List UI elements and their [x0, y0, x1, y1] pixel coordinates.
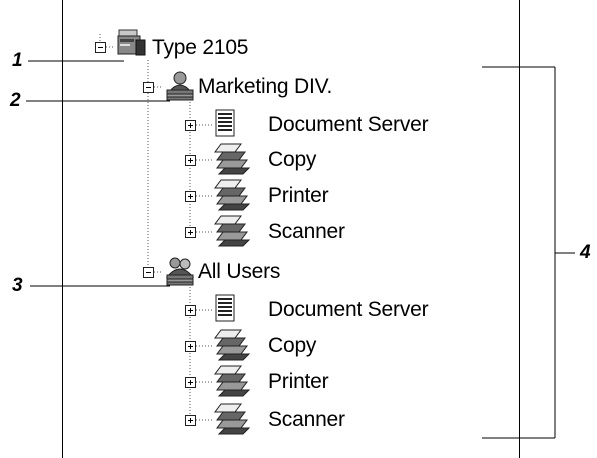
group-all-users-collapse-toggle[interactable]: [143, 267, 154, 278]
all-users-icon: [165, 257, 195, 286]
tree-item-scanner[interactable]: Scanner: [268, 408, 345, 432]
expand-toggle[interactable]: [185, 155, 196, 166]
copy-function-icon: [214, 143, 251, 175]
expand-toggle[interactable]: [185, 415, 196, 426]
document-server-icon: [215, 294, 235, 322]
copy-function-icon: [214, 329, 251, 361]
printer-function-icon: [214, 365, 251, 397]
callout-1: 1: [12, 50, 23, 71]
tree-item-document-server[interactable]: Document Server: [268, 113, 429, 137]
tree-item-document-server[interactable]: Document Server: [268, 298, 429, 322]
expand-toggle[interactable]: [185, 341, 196, 352]
expand-toggle[interactable]: [185, 305, 196, 316]
group-marketing-collapse-toggle[interactable]: [143, 82, 154, 93]
root-collapse-toggle[interactable]: [95, 42, 106, 53]
expand-toggle[interactable]: [185, 227, 196, 238]
expand-toggle[interactable]: [185, 377, 196, 388]
callout-3: 3: [12, 275, 23, 296]
tree-item-scanner[interactable]: Scanner: [268, 220, 345, 244]
user-group-icon: [166, 71, 194, 101]
printer-function-icon: [214, 179, 251, 211]
tree-item-printer[interactable]: Printer: [268, 184, 329, 208]
expand-toggle[interactable]: [185, 120, 196, 131]
expand-toggle[interactable]: [185, 191, 196, 202]
group-label-all-users[interactable]: All Users: [198, 260, 280, 284]
tree-item-copy[interactable]: Copy: [268, 334, 316, 358]
server-icon: [117, 29, 146, 56]
scanner-function-icon: [214, 403, 251, 435]
tree-item-printer[interactable]: Printer: [268, 370, 329, 394]
tree-item-copy[interactable]: Copy: [268, 148, 316, 172]
tree-root-label[interactable]: Type 2105: [152, 36, 248, 60]
callout-4: 4: [580, 242, 591, 263]
scanner-function-icon: [214, 215, 251, 247]
group-label-marketing[interactable]: Marketing DIV.: [198, 75, 332, 99]
document-server-icon: [215, 109, 235, 137]
callout-2: 2: [10, 90, 21, 111]
